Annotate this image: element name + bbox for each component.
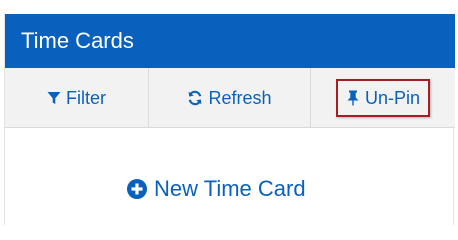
filter-icon — [47, 91, 61, 105]
new-time-card-label: New Time Card — [154, 176, 306, 201]
filter-label: Filter — [66, 87, 106, 108]
unpin-button[interactable]: Un-Pin — [311, 68, 455, 127]
toolbar: Filter Refresh Un-Pin — [5, 68, 455, 128]
panel-header: Time Cards — [5, 14, 455, 68]
pushpin-icon — [346, 90, 360, 106]
new-time-card-button[interactable]: New Time Card — [127, 176, 306, 202]
unpin-highlight-box: Un-Pin — [335, 78, 431, 117]
panel-content: New Time Card — [5, 128, 455, 225]
refresh-button[interactable]: Refresh — [149, 68, 311, 127]
unpin-label: Un-Pin — [364, 87, 421, 108]
plus-circle-icon — [127, 179, 147, 199]
panel-title: Time Cards — [21, 28, 134, 53]
time-cards-panel: Time Cards Filter Refresh Un-Pin New Tim… — [4, 14, 455, 225]
refresh-label: Refresh — [208, 87, 272, 108]
filter-button[interactable]: Filter — [5, 68, 149, 127]
refresh-icon — [187, 90, 203, 106]
